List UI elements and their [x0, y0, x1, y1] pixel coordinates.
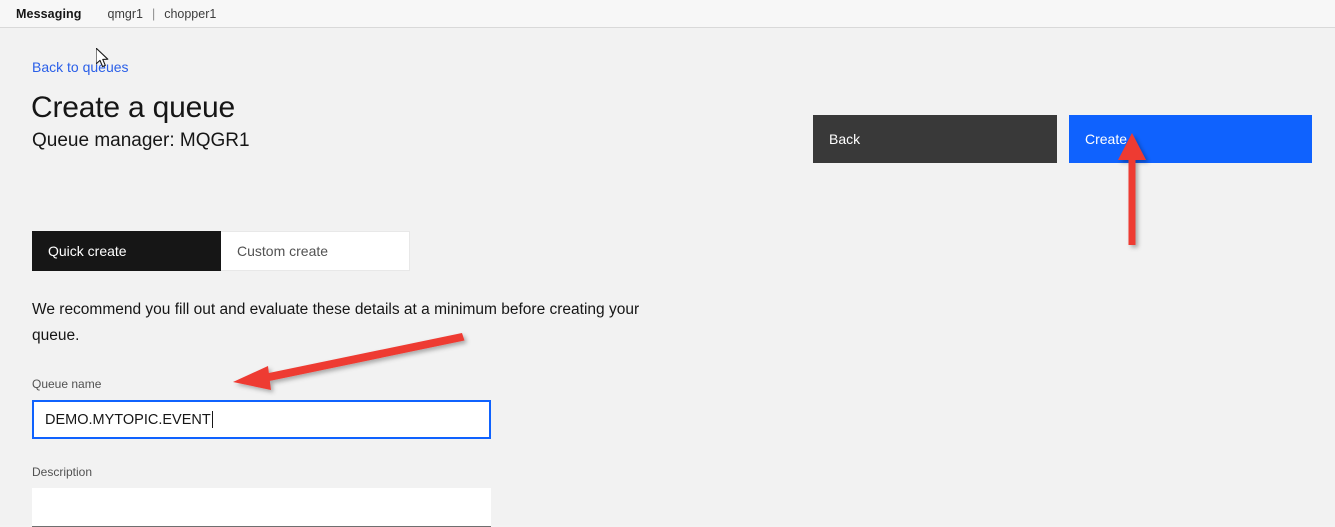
description-label: Description: [32, 465, 93, 479]
app-brand-label: Messaging: [16, 6, 82, 21]
breadcrumb-item-qmgr[interactable]: qmgr1: [108, 7, 143, 21]
create-button[interactable]: Create: [1069, 115, 1312, 163]
queue-name-input[interactable]: DEMO.MYTOPIC.EVENT: [32, 400, 491, 439]
back-button[interactable]: Back: [813, 115, 1057, 163]
app-root: Messaging qmgr1 | chopper1 Back to queue…: [0, 0, 1335, 527]
queue-name-label: Queue name: [32, 377, 102, 391]
back-to-queues-link[interactable]: Back to queues: [32, 59, 129, 75]
page-subtitle-queue-manager: Queue manager: MQGR1: [32, 130, 250, 151]
breadcrumb: qmgr1 | chopper1: [108, 7, 217, 21]
tab-custom-create[interactable]: Custom create: [221, 231, 410, 271]
description-input[interactable]: [32, 488, 491, 527]
breadcrumb-item-chopper[interactable]: chopper1: [164, 7, 216, 21]
top-navigation-bar: Messaging qmgr1 | chopper1: [0, 0, 1335, 28]
page-content: Back to queues Create a queue Queue mana…: [0, 29, 1335, 527]
create-mode-tabs: Quick create Custom create: [32, 231, 410, 271]
page-title: Create a queue: [31, 91, 236, 124]
queue-name-input-value: DEMO.MYTOPIC.EVENT: [45, 411, 211, 428]
tab-quick-create[interactable]: Quick create: [32, 231, 221, 271]
text-caret: [211, 411, 213, 428]
breadcrumb-separator: |: [151, 6, 156, 21]
recommendation-text: We recommend you fill out and evaluate t…: [32, 301, 640, 344]
